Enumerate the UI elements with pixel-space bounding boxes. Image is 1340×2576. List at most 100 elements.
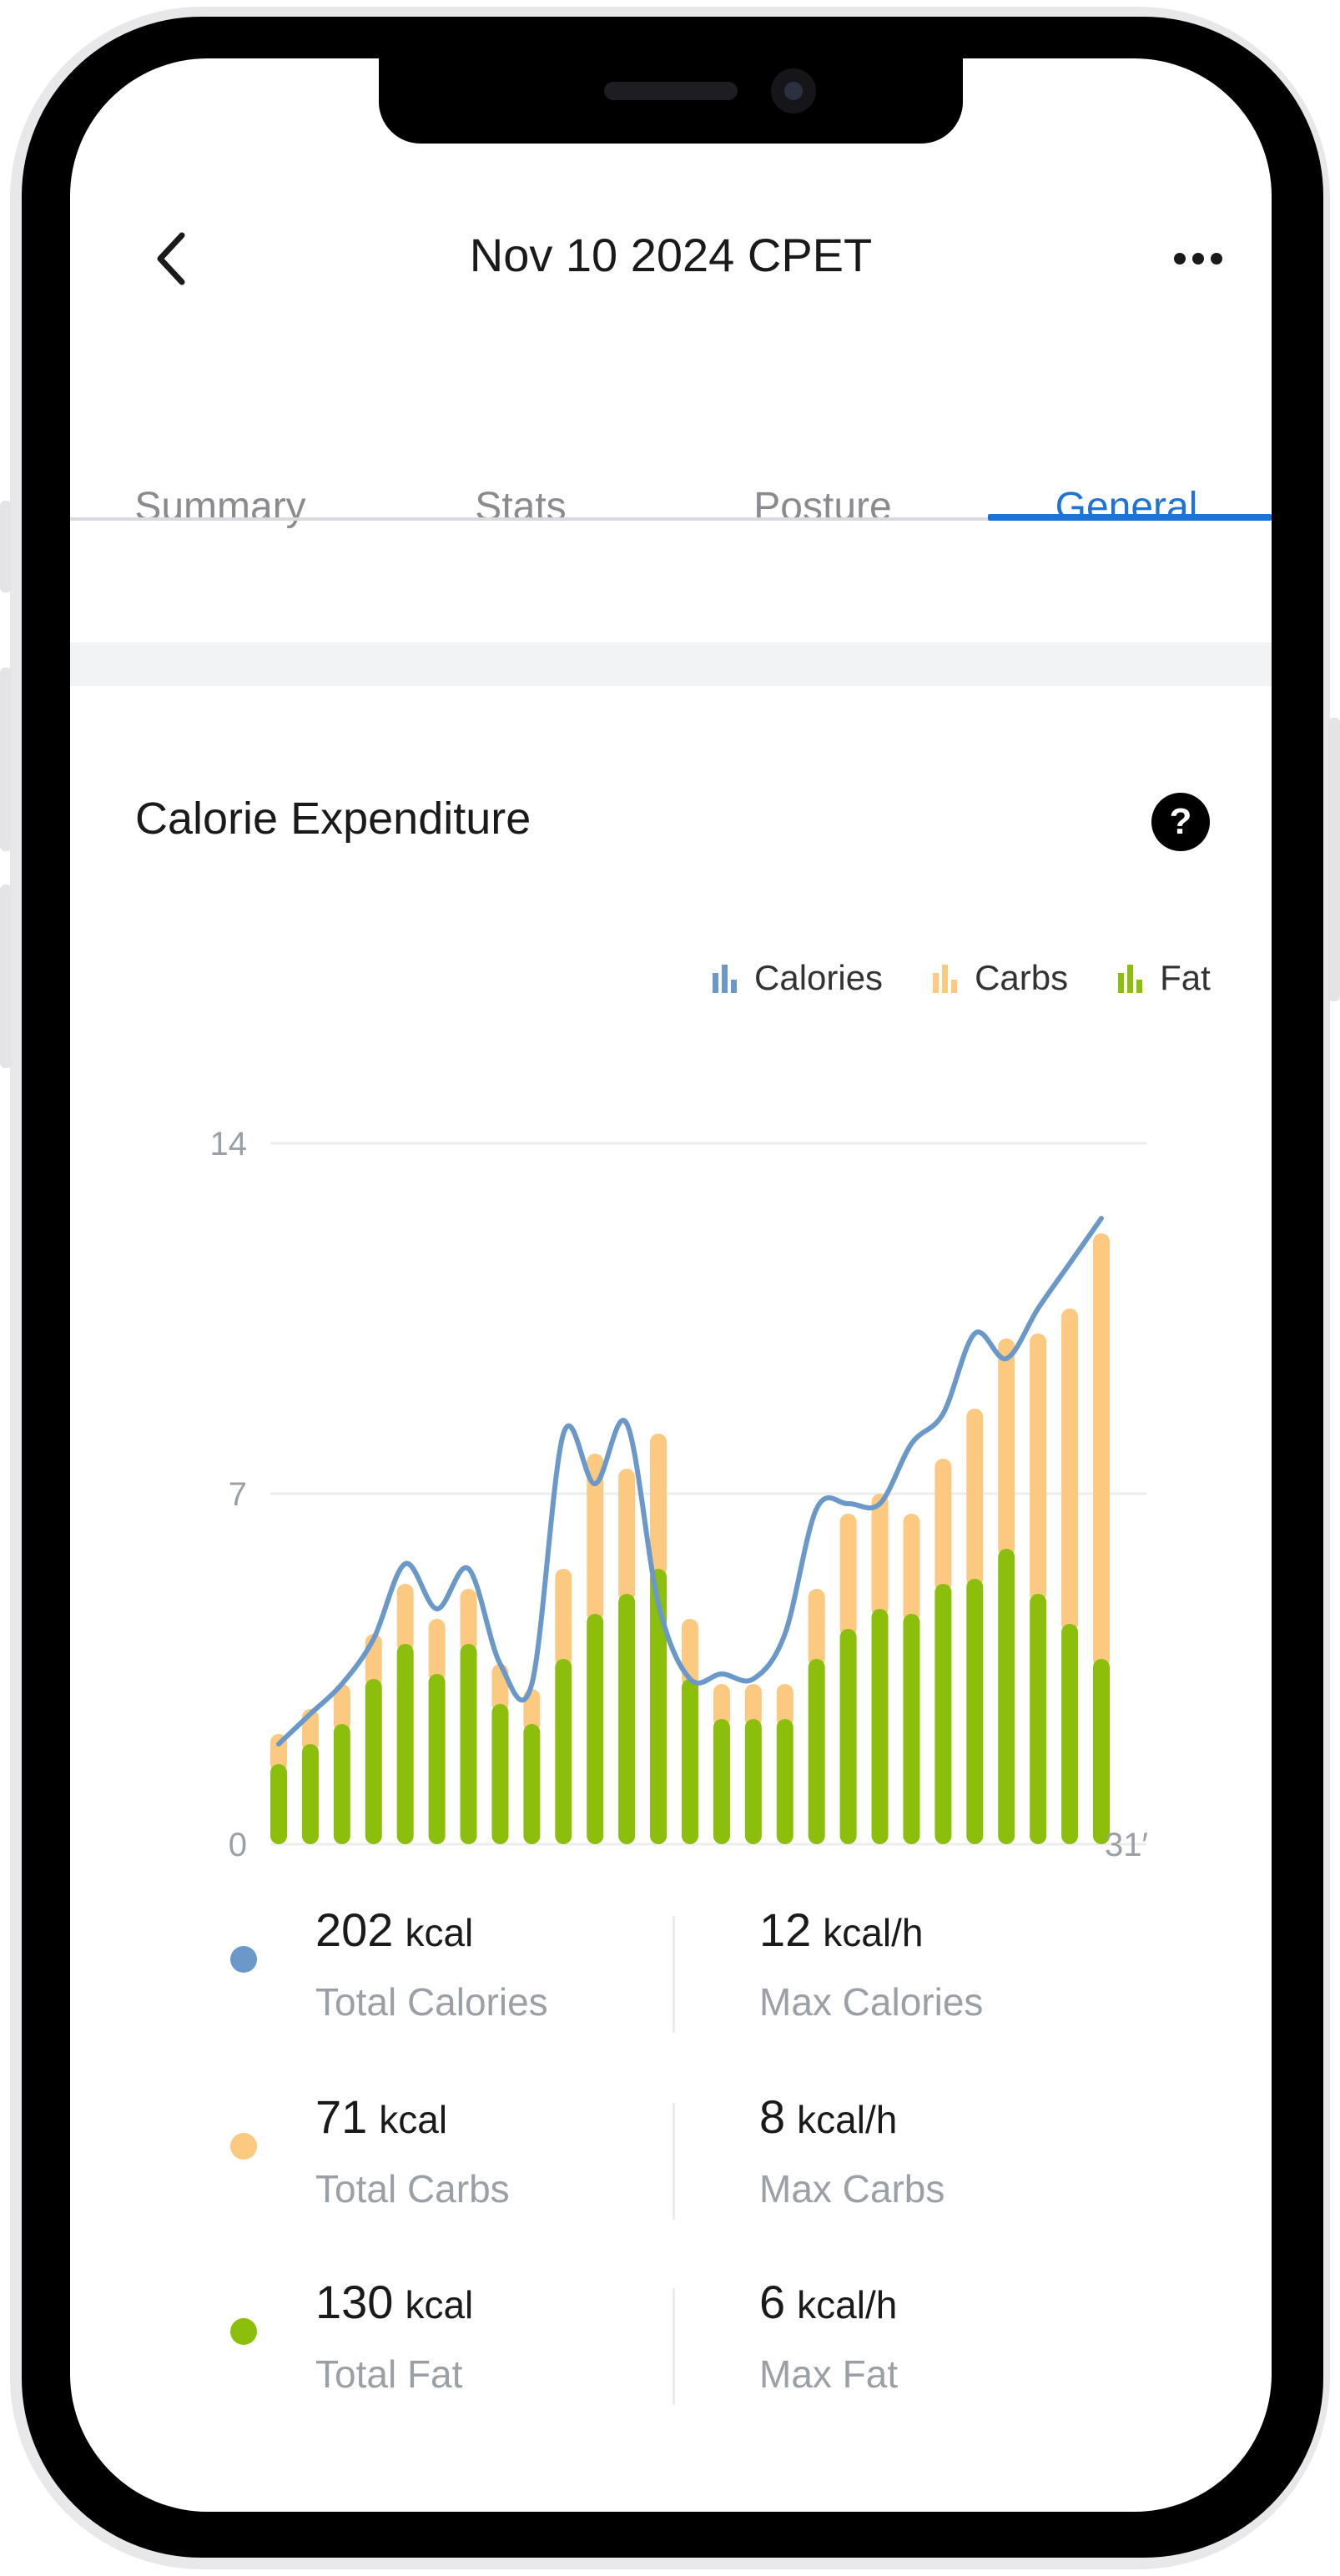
fat-bar	[934, 1584, 952, 1844]
carbs-bar	[1093, 1233, 1110, 1667]
stat-unit: kcal/h	[823, 1911, 924, 1954]
tab-posture[interactable]: Posture	[673, 444, 973, 577]
app-screen: Nov 10 2024 CPET Summary Stats Posture G…	[70, 58, 1272, 2512]
stat-divider	[673, 2103, 675, 2220]
fat-bar	[428, 1674, 446, 1844]
page-title: Nov 10 2024 CPET	[469, 229, 873, 281]
total-carbs-label: Total Carbs	[315, 2167, 510, 2211]
stat-number: 202	[315, 1903, 394, 1956]
legend-label: Fat	[1160, 958, 1211, 997]
fat-bar	[903, 1614, 920, 1844]
bar-chart-icon	[1118, 965, 1143, 993]
fat-bar	[776, 1719, 793, 1844]
fat-bar	[555, 1659, 572, 1844]
fat-bar	[618, 1594, 636, 1844]
fat-dot	[230, 2318, 257, 2345]
stat-number: 6	[759, 2276, 786, 2328]
more-button[interactable]	[1143, 207, 1252, 307]
section-separator	[70, 643, 1272, 686]
legend-label: Calories	[754, 958, 884, 997]
stat-unit: kcal	[405, 2283, 474, 2326]
fat-bar	[713, 1719, 730, 1844]
fat-bar	[333, 1724, 350, 1844]
carbs-bar	[1061, 1308, 1079, 1632]
tab-stats[interactable]: Stats	[370, 444, 671, 577]
fat-bar	[1030, 1594, 1047, 1844]
tab-active-indicator	[988, 514, 1272, 521]
card-title: Calorie Expenditure	[135, 794, 531, 844]
carbs-bar	[903, 1514, 920, 1622]
bar-chart-icon	[713, 965, 737, 993]
stat-unit: kcal/h	[797, 2283, 898, 2326]
x-end-label: 31′	[1105, 1827, 1148, 1863]
side-button	[0, 668, 12, 851]
stat-unit: kcal	[405, 1911, 474, 1954]
fat-bar	[966, 1579, 984, 1844]
side-button	[1328, 718, 1340, 1001]
fat-bar	[839, 1629, 857, 1844]
stat-unit: kcal	[379, 2098, 448, 2141]
max-fat-label: Max Fat	[759, 2352, 899, 2396]
max-fat-value: 6 kcal/h	[759, 2275, 897, 2329]
fat-bar	[808, 1659, 825, 1844]
tab-general[interactable]: General	[976, 444, 1272, 577]
max-calories-label: Max Calories	[759, 1980, 984, 2024]
fat-bar	[365, 1679, 382, 1844]
total-calories-label: Total Calories	[315, 1980, 548, 2024]
carbs-bar	[460, 1589, 477, 1652]
fat-bar	[270, 1764, 287, 1844]
fat-bar	[998, 1549, 1015, 1844]
fat-bar	[871, 1609, 889, 1844]
help-icon[interactable]: ?	[1151, 793, 1210, 851]
carbs-bar	[808, 1589, 825, 1667]
fat-bar	[460, 1644, 477, 1844]
calorie-chart: 14 7 0 31′	[210, 1126, 1149, 1863]
fat-bar	[301, 1744, 319, 1844]
side-button	[0, 501, 12, 592]
stat-unit: kcal/h	[797, 2098, 898, 2141]
camera-icon	[771, 68, 816, 113]
carbs-bar	[428, 1619, 446, 1682]
legend-item-fat[interactable]: Fat	[1116, 958, 1211, 998]
legend-label: Carbs	[975, 958, 1069, 997]
carbs-bar	[934, 1459, 952, 1592]
total-calories-value: 202 kcal	[315, 1903, 473, 1957]
carbs-dot	[230, 2133, 257, 2160]
tab-bar: Summary Stats Posture General	[70, 444, 1272, 577]
legend-item-carbs[interactable]: Carbs	[931, 958, 1068, 998]
total-carbs-value: 71 kcal	[315, 2090, 447, 2144]
carbs-bar	[871, 1494, 889, 1617]
fat-bar	[1093, 1659, 1110, 1844]
y-tick-label: 7	[229, 1476, 247, 1513]
fat-bar	[744, 1719, 762, 1844]
legend-item-calories[interactable]: Calories	[711, 958, 883, 998]
fat-bar	[587, 1614, 604, 1844]
carbs-bar	[839, 1514, 857, 1637]
carbs-bar	[555, 1569, 572, 1667]
fat-bar	[491, 1704, 509, 1844]
stat-divider	[673, 1916, 675, 2033]
calories-dot	[230, 1946, 257, 1973]
y-tick-label: 0	[229, 1827, 247, 1863]
carbs-bar	[1030, 1333, 1047, 1602]
total-fat-value: 130 kcal	[315, 2275, 473, 2329]
tab-summary[interactable]: Summary	[70, 444, 370, 577]
notch	[379, 58, 963, 144]
stat-number: 130	[315, 2276, 394, 2328]
fat-bar	[1061, 1624, 1079, 1844]
more-dots-icon	[1174, 253, 1222, 265]
chart-legend: Calories Carbs Fat	[662, 953, 1211, 1003]
stat-number: 8	[759, 2090, 786, 2143]
stat-number: 12	[759, 1903, 812, 1956]
max-carbs-value: 8 kcal/h	[759, 2090, 897, 2144]
y-tick-label: 14	[210, 1126, 248, 1162]
tab-divider	[70, 517, 988, 521]
carbs-bar	[998, 1338, 1015, 1557]
fat-bar	[396, 1644, 414, 1844]
side-button	[0, 885, 12, 1068]
fat-bar	[523, 1724, 541, 1844]
max-carbs-label: Max Carbs	[759, 2167, 945, 2211]
carbs-bar	[650, 1434, 667, 1577]
stat-divider	[673, 2288, 675, 2405]
max-calories-value: 12 kcal/h	[759, 1903, 923, 1957]
